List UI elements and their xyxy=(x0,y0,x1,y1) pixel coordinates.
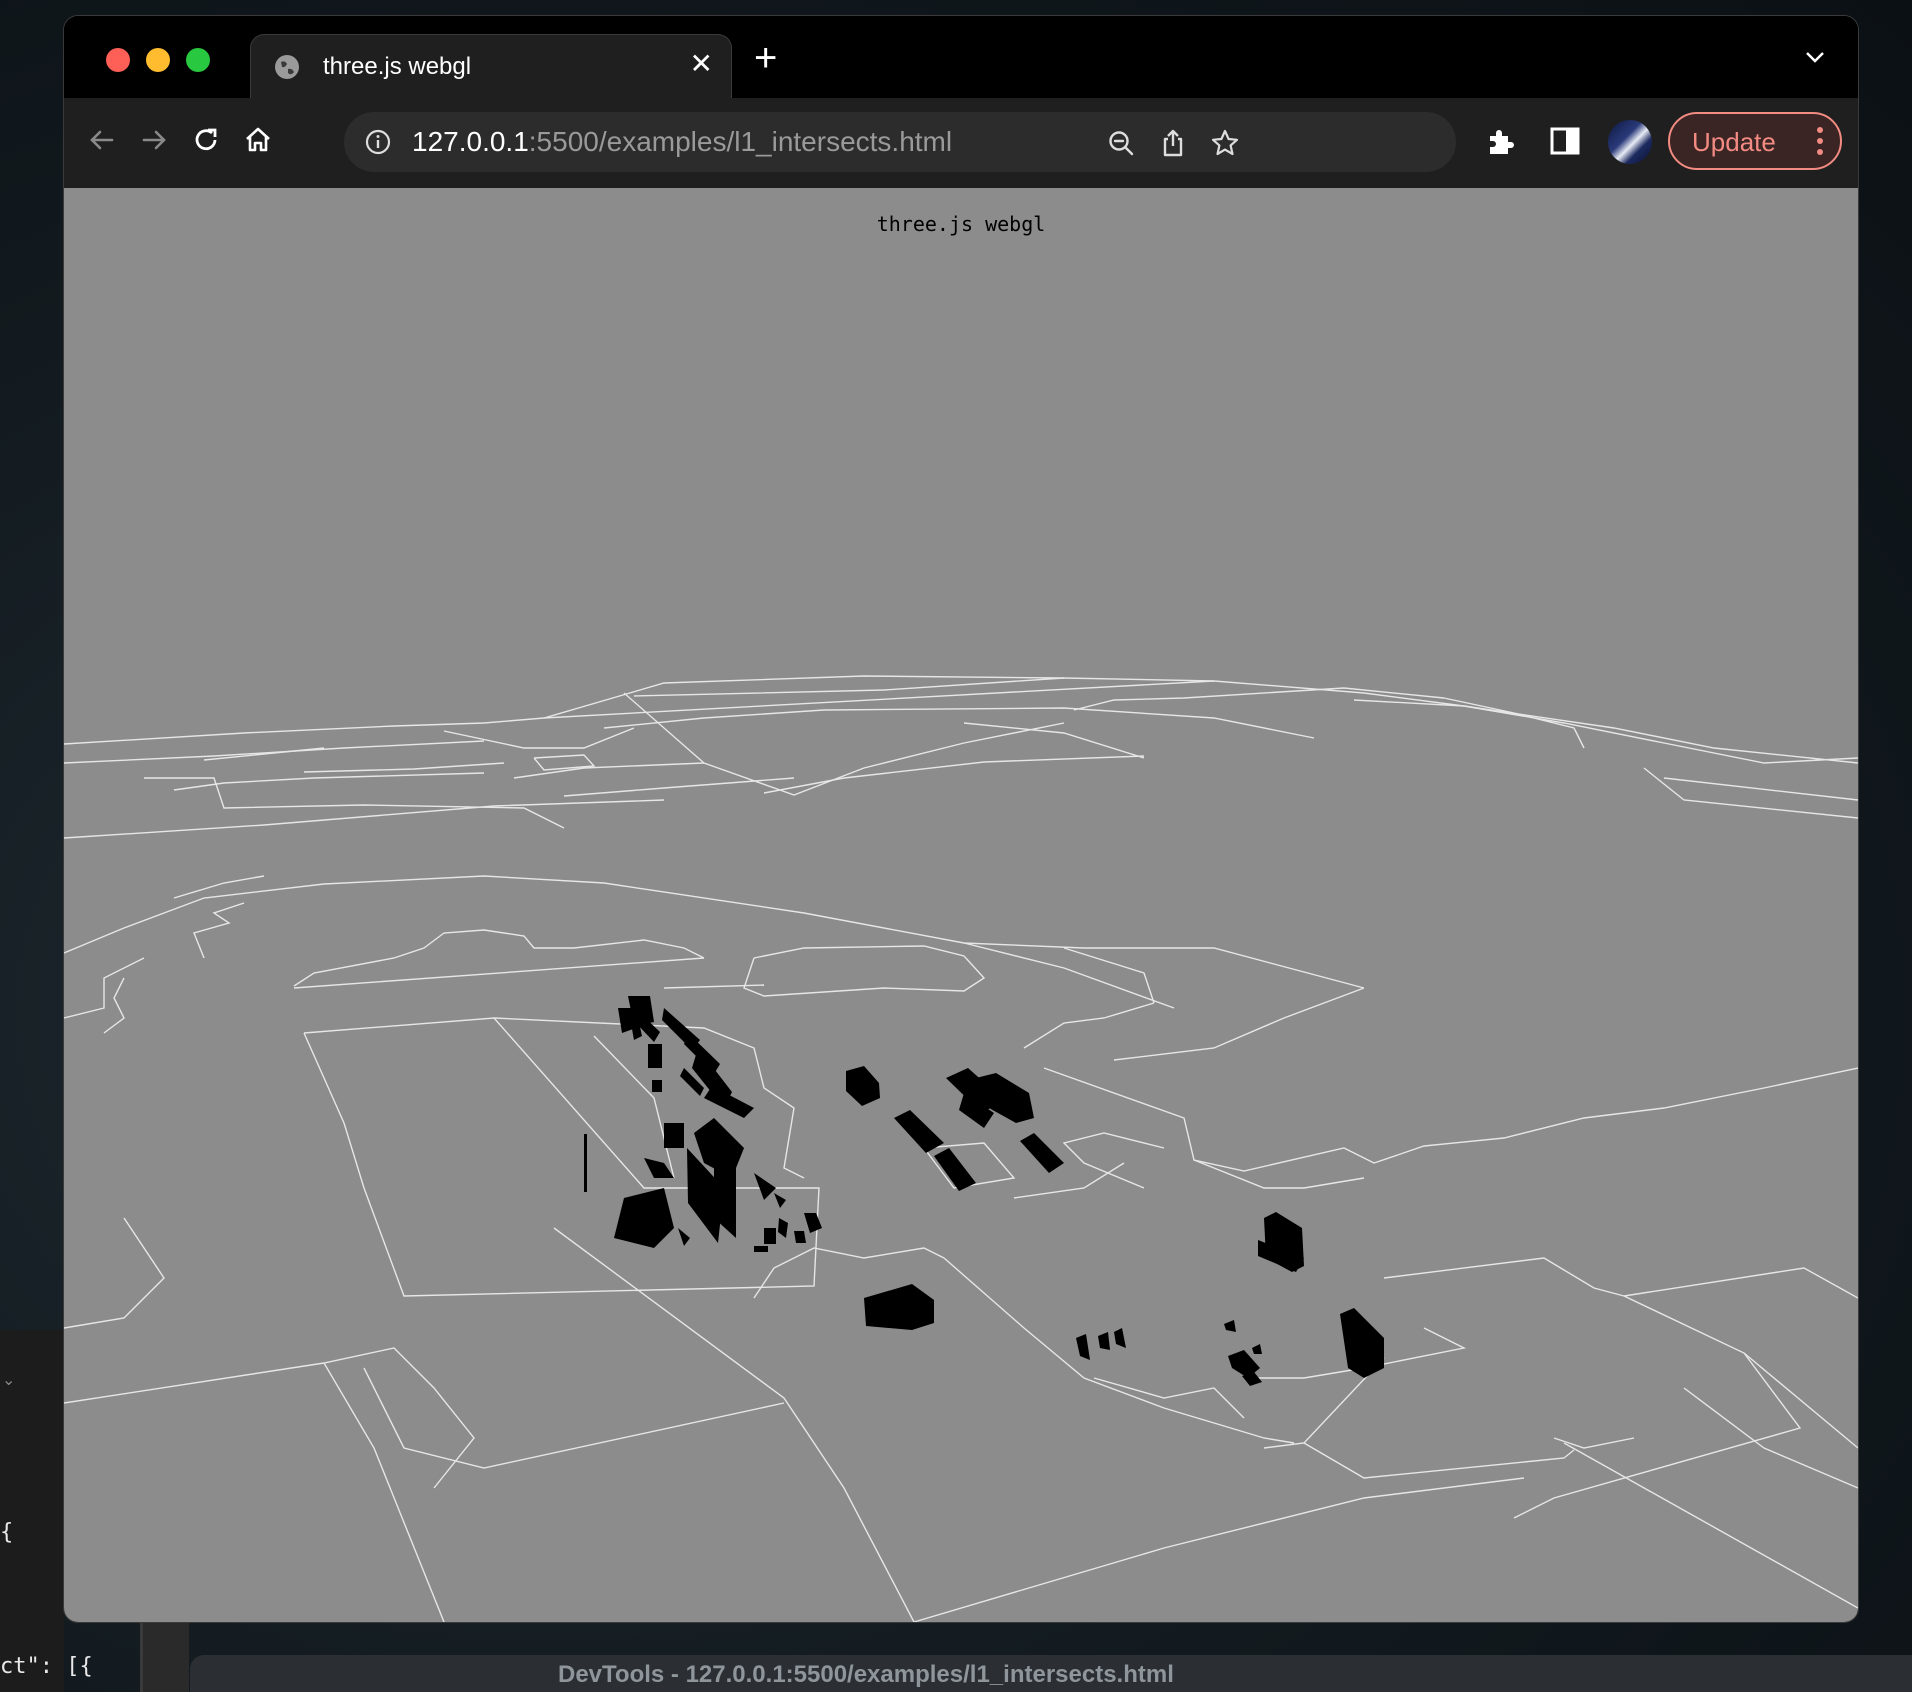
forward-icon[interactable] xyxy=(136,122,172,158)
background-panel: ⌄ xyxy=(0,1330,64,1692)
devtools-window-titlebar[interactable]: DevTools - 127.0.0.1:5500/examples/l1_in… xyxy=(190,1655,1912,1692)
building-blocks xyxy=(584,996,1384,1386)
browser-window: three.js webgl ✕ + 127.0.0.1:5500/exampl… xyxy=(64,16,1858,1622)
update-label: Update xyxy=(1692,127,1776,157)
close-icon[interactable]: ✕ xyxy=(690,49,713,79)
background-code-line: ct": [{ xyxy=(0,1654,93,1679)
address-bar[interactable]: 127.0.0.1:5500/examples/l1_intersects.ht… xyxy=(344,112,1456,172)
3d-scene-canvas[interactable] xyxy=(64,188,1858,1622)
devtools-title: DevTools - 127.0.0.1:5500/examples/l1_in… xyxy=(558,1661,1174,1688)
tab-title: three.js webgl xyxy=(323,53,472,80)
globe-icon xyxy=(275,55,299,79)
back-icon[interactable] xyxy=(84,122,120,158)
webgl-viewport[interactable]: three.js webgl xyxy=(64,188,1858,1622)
background-code-line: { xyxy=(0,1520,14,1545)
update-button[interactable]: Update xyxy=(1668,112,1842,170)
tab-strip: three.js webgl ✕ + xyxy=(64,16,1858,99)
map-outline-lines xyxy=(64,675,1858,1622)
info-icon[interactable] xyxy=(364,128,392,156)
url-host: 127.0.0.1 xyxy=(412,126,529,157)
url-text: 127.0.0.1:5500/examples/l1_intersects.ht… xyxy=(412,126,952,158)
share-icon[interactable] xyxy=(1158,128,1188,158)
info-text: three.js webgl xyxy=(876,212,1046,236)
zoom-out-icon[interactable] xyxy=(1106,128,1136,158)
home-icon[interactable] xyxy=(240,122,276,158)
minimize-window-button[interactable] xyxy=(146,48,170,72)
url-path: :5500/examples/l1_intersects.html xyxy=(528,126,953,157)
avatar[interactable] xyxy=(1608,120,1652,164)
maximize-window-button[interactable] xyxy=(186,48,210,72)
plus-icon[interactable]: + xyxy=(754,38,777,78)
tab-active[interactable]: three.js webgl ✕ xyxy=(250,34,732,99)
star-icon[interactable] xyxy=(1210,128,1240,158)
browser-toolbar: 127.0.0.1:5500/examples/l1_intersects.ht… xyxy=(64,98,1858,189)
reload-icon[interactable] xyxy=(188,122,224,158)
puzzle-icon[interactable] xyxy=(1484,124,1518,158)
chevron-down-icon[interactable] xyxy=(1804,46,1826,68)
close-window-button[interactable] xyxy=(106,48,130,72)
background-divider xyxy=(140,1622,189,1692)
side-panel-icon[interactable] xyxy=(1548,124,1582,158)
chevron-down-icon: ⌄ xyxy=(2,1372,16,1389)
kebab-icon[interactable] xyxy=(1816,124,1824,158)
